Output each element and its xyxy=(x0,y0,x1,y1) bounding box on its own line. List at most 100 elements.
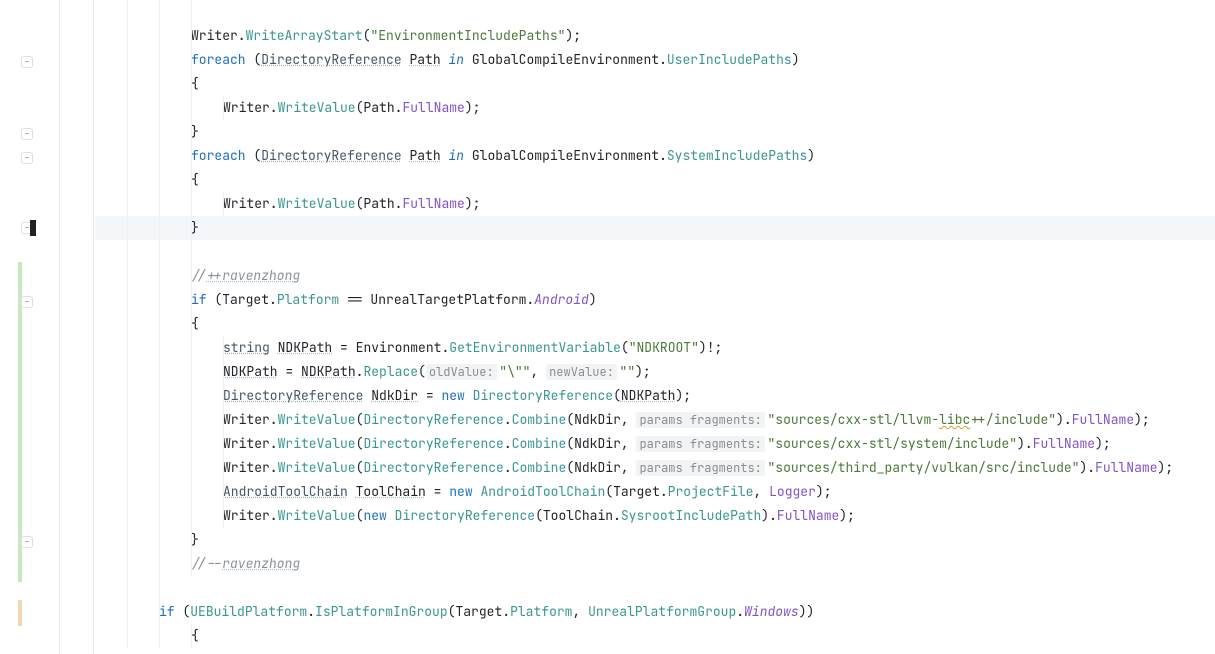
fold-icon[interactable]: − xyxy=(21,56,33,68)
token-default: GlobalCompileEnvironment. xyxy=(464,51,667,68)
token-keyword: new xyxy=(363,507,386,524)
token-punc: ). xyxy=(761,507,777,524)
token-method: Combine xyxy=(512,435,567,452)
code-line[interactable]: NDKPath = NDKPath.Replace(oldValue: "\""… xyxy=(95,360,1215,384)
code-line[interactable]: if (Target.Platform == UnrealTargetPlatf… xyxy=(95,288,1215,312)
code-line[interactable]: Writer.WriteValue(DirectoryReference.Com… xyxy=(95,432,1215,456)
fold-icon[interactable]: − xyxy=(21,296,33,308)
token-keyword: new xyxy=(441,387,464,404)
code-line[interactable]: DirectoryReference NdkDir = new Director… xyxy=(95,384,1215,408)
code-line[interactable] xyxy=(95,240,1215,264)
token-punc: ). xyxy=(1017,435,1033,452)
token-punc: ); xyxy=(565,27,581,44)
code-line[interactable]: Writer.WriteValue(DirectoryReference.Com… xyxy=(95,456,1215,480)
code-line[interactable]: Writer.WriteValue(DirectoryReference.Com… xyxy=(95,408,1215,432)
token-punc: . xyxy=(504,435,512,452)
fold-icon[interactable]: − xyxy=(21,128,33,140)
token-method: SysrootIncludePath xyxy=(621,507,761,524)
code-editor[interactable]: Writer.WriteArrayStart("EnvironmentInclu… xyxy=(60,0,1215,654)
token-string: "sources/third_party/vulkan/src/include" xyxy=(767,459,1079,476)
token-method: WriteValue xyxy=(278,411,356,428)
token-default xyxy=(387,507,395,524)
token-method: DirectoryReference xyxy=(395,507,535,524)
token-punc: { xyxy=(191,75,199,92)
token-punc: )) xyxy=(799,603,815,620)
token-hint: params fragments: xyxy=(636,412,764,428)
token-punc: = xyxy=(426,483,449,500)
token-punc: = xyxy=(332,339,355,356)
token-method: ProjectFile xyxy=(668,483,754,500)
change-marker xyxy=(18,262,22,582)
code-line[interactable]: Writer.WriteValue(new DirectoryReference… xyxy=(95,504,1215,528)
token-punc: . xyxy=(504,411,512,428)
code-line[interactable]: { xyxy=(95,312,1215,336)
token-punc: ); xyxy=(1134,411,1150,428)
token-method: WriteArrayStart xyxy=(246,27,363,44)
code-line[interactable]: Writer.WriteValue(Path.FullName); xyxy=(95,96,1215,120)
code-line[interactable]: { xyxy=(95,72,1215,96)
token-comment: // xyxy=(191,267,207,284)
token-type: DirectoryReference xyxy=(261,147,401,164)
token-default: Writer. xyxy=(191,27,246,44)
token-punc: ). xyxy=(1056,411,1072,428)
token-method: DirectoryReference xyxy=(473,387,613,404)
token-hint: oldValue: xyxy=(426,364,497,380)
code-line[interactable]: } xyxy=(95,528,1215,552)
code-line[interactable] xyxy=(95,0,1215,24)
token-method: UnrealPlatformGroup xyxy=(588,603,736,620)
token-default: Writer. xyxy=(223,459,278,476)
editor-gutter: −−−−−− xyxy=(0,0,60,654)
code-line[interactable]: } xyxy=(95,216,1215,240)
token-var: NDKPath xyxy=(301,363,356,380)
token-var: ToolChain xyxy=(356,483,426,500)
token-punc: ( xyxy=(175,603,191,620)
code-line[interactable]: string NDKPath = Environment.GetEnvironm… xyxy=(95,336,1215,360)
fold-icon[interactable]: − xyxy=(21,536,33,548)
token-punc: { xyxy=(191,171,199,188)
token-punc: ); xyxy=(635,363,651,380)
token-punc: ) xyxy=(807,147,815,164)
token-var: Path xyxy=(409,147,440,164)
token-default: Writer. xyxy=(223,507,278,524)
code-line[interactable]: if (UEBuildPlatform.IsPlatformInGroup(Ta… xyxy=(95,600,1215,624)
token-method: Platform xyxy=(277,291,339,308)
token-default: Writer. xyxy=(223,195,278,212)
token-punc: (NdkDir, xyxy=(566,411,636,428)
code-line[interactable]: Writer.WriteArrayStart("EnvironmentInclu… xyxy=(95,24,1215,48)
token-punc: ) xyxy=(589,291,597,308)
token-punc: , xyxy=(572,603,588,620)
code-line[interactable]: //--ravenzhong xyxy=(95,552,1215,576)
token-method: UserIncludePaths xyxy=(667,51,792,68)
code-line[interactable]: foreach (DirectoryReference Path in Glob… xyxy=(95,144,1215,168)
token-punc: = xyxy=(278,363,301,380)
code-line[interactable]: //++ravenzhong xyxy=(95,264,1215,288)
token-string: "EnvironmentIncludePaths" xyxy=(370,27,565,44)
token-punc: (ToolChain. xyxy=(535,507,621,524)
token-hint: params fragments: xyxy=(636,436,764,452)
token-method: DirectoryReference xyxy=(363,459,503,476)
token-default xyxy=(348,483,356,500)
token-punc: ) xyxy=(792,51,800,68)
token-default xyxy=(270,339,278,356)
token-comment-u: ++ravenzhong xyxy=(207,267,301,284)
token-keyword: if xyxy=(191,291,207,308)
token-punc: } xyxy=(191,531,199,548)
fold-icon[interactable]: − xyxy=(21,152,33,164)
code-line[interactable]: AndroidToolChain ToolChain = new Android… xyxy=(95,480,1215,504)
token-wavy: libc xyxy=(939,411,970,428)
token-punc: (Target. xyxy=(605,483,667,500)
token-keyword: new xyxy=(449,483,472,500)
code-line[interactable]: { xyxy=(95,168,1215,192)
code-line[interactable]: foreach (DirectoryReference Path in Glob… xyxy=(95,48,1215,72)
token-method: Replace xyxy=(363,363,418,380)
token-method: GetEnvironmentVariable xyxy=(449,339,621,356)
code-line[interactable]: } xyxy=(95,120,1215,144)
code-line[interactable] xyxy=(95,576,1215,600)
code-line[interactable]: { xyxy=(95,624,1215,648)
token-method: Combine xyxy=(512,459,567,476)
token-type: string xyxy=(223,339,270,356)
caret-position-marker xyxy=(30,220,36,236)
token-method: DirectoryReference xyxy=(363,411,503,428)
token-punc: ). xyxy=(1080,459,1096,476)
code-line[interactable]: Writer.WriteValue(Path.FullName); xyxy=(95,192,1215,216)
